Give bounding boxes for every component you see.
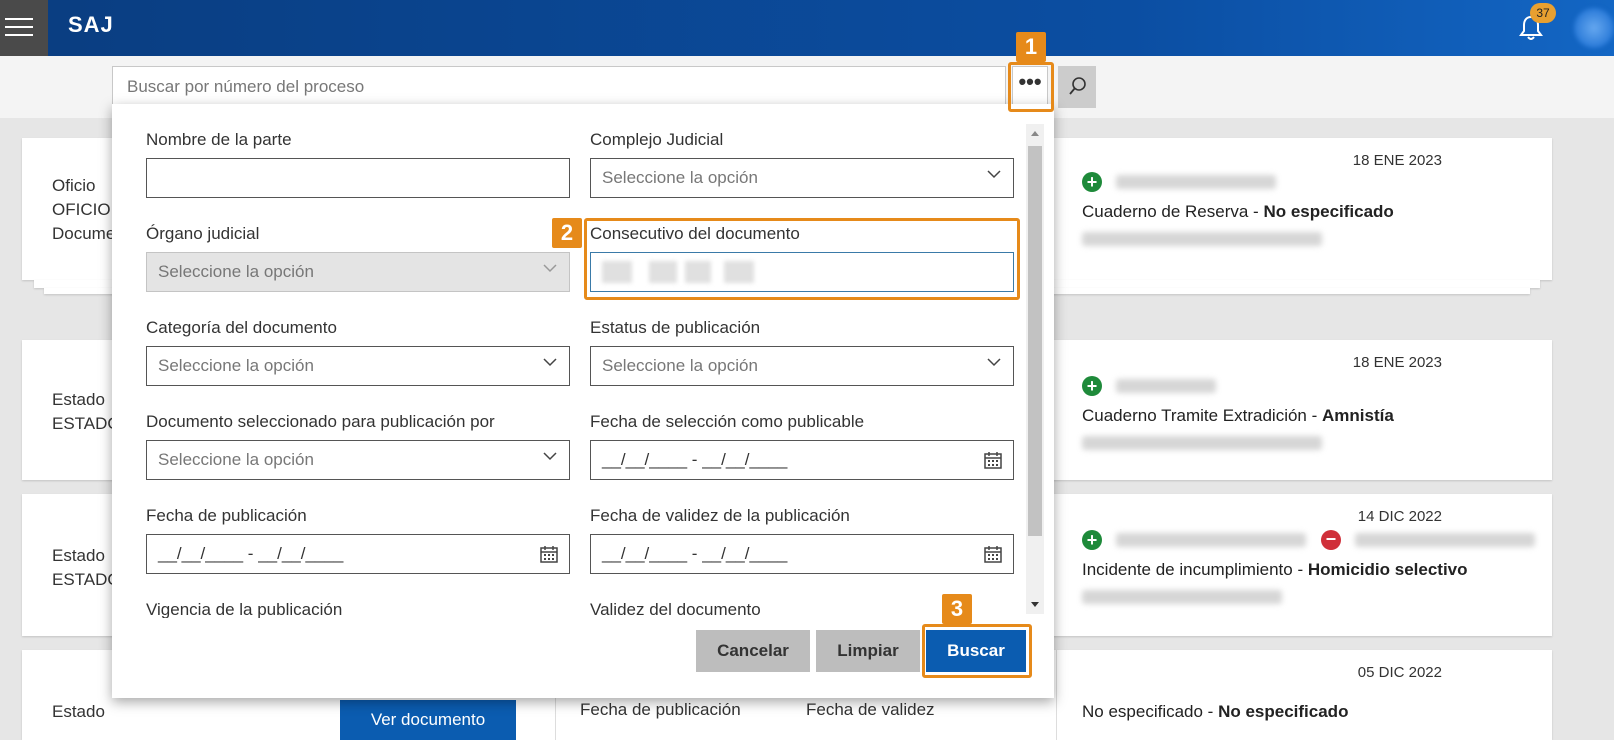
- estatus-label: Estatus de publicación: [590, 318, 761, 337]
- card-line: OFICIO.: [52, 200, 116, 219]
- vigencia-label: Vigencia de la publicación: [146, 600, 343, 618]
- cuaderno-line: No especificado - No especificado: [1082, 702, 1349, 721]
- complejo-value: Seleccione la opción: [602, 168, 758, 187]
- notification-badge: 37: [1530, 3, 1556, 23]
- chevron-down-icon: [543, 264, 557, 273]
- advanced-search-panel: Nombre de la parte Complejo Judicial Sel…: [112, 104, 1054, 698]
- complejo-label: Complejo Judicial: [590, 130, 724, 149]
- panel-scrollbar[interactable]: [1026, 124, 1044, 614]
- complejo-select[interactable]: Seleccione la opción: [590, 158, 1014, 198]
- avatar[interactable]: [1574, 8, 1614, 48]
- cancel-button[interactable]: Cancelar: [696, 630, 810, 672]
- menu-icon[interactable]: [0, 0, 48, 56]
- highlight-consecutivo: [584, 218, 1020, 300]
- fecha-publicacion-label: Fecha de publicación: [146, 506, 307, 525]
- card-line: Estado: [52, 546, 105, 565]
- view-document-button[interactable]: Ver documento: [340, 700, 516, 740]
- nombre-parte-input[interactable]: [146, 158, 570, 198]
- search-input[interactable]: [125, 67, 989, 107]
- card-line: Estado: [52, 702, 105, 721]
- fecha-seleccion-value: __/__/____ - __/__/____: [602, 450, 788, 469]
- calendar-icon[interactable]: [983, 544, 1003, 564]
- cuaderno-line: Cuaderno Tramite Extradición - Amnistía: [1082, 406, 1394, 425]
- fecha-validez-col: Fecha de validez: [806, 700, 935, 719]
- highlight-more-options: [1008, 62, 1054, 112]
- search-icon: [1069, 77, 1086, 95]
- search-button[interactable]: [1058, 66, 1096, 108]
- search-box: [112, 66, 1006, 108]
- card-date: 18 ENE 2023: [1352, 354, 1442, 371]
- card-line: ESTADO: [52, 570, 121, 589]
- card-line: Docume: [52, 224, 116, 243]
- doc-seleccionado-value: Seleccione la opción: [158, 450, 314, 469]
- card-line: Estado: [52, 390, 105, 409]
- fecha-publicacion-input[interactable]: __/__/____ - __/__/____: [146, 534, 570, 574]
- scroll-thumb[interactable]: [1028, 146, 1042, 536]
- top-bar: [0, 0, 1614, 56]
- doc-seleccionado-label: Documento seleccionado para publicación …: [146, 412, 495, 431]
- scroll-down-icon[interactable]: [1026, 596, 1044, 612]
- estatus-value: Seleccione la opción: [602, 356, 758, 375]
- minus-icon: −: [1320, 530, 1341, 550]
- validez-doc-label: Validez del documento: [590, 600, 761, 618]
- categoria-value: Seleccione la opción: [158, 356, 314, 375]
- card-line: Oficio: [52, 176, 96, 195]
- organo-select[interactable]: Seleccione la opción: [146, 252, 570, 292]
- plus-icon: +: [1082, 172, 1102, 192]
- app-brand: SAJ: [68, 12, 114, 37]
- chevron-down-icon: [987, 358, 1001, 367]
- highlight-buscar: [922, 624, 1032, 678]
- plus-icon: +: [1082, 530, 1102, 550]
- calendar-icon[interactable]: [539, 544, 559, 564]
- cuaderno-line: Cuaderno de Reserva - No especificado: [1082, 202, 1394, 221]
- chevron-down-icon: [987, 170, 1001, 179]
- plus-icon: +: [1082, 376, 1102, 396]
- fecha-seleccion-input[interactable]: __/__/____ - __/__/____: [590, 440, 1014, 480]
- doc-seleccionado-select[interactable]: Seleccione la opción: [146, 440, 570, 480]
- chevron-down-icon: [543, 358, 557, 367]
- fecha-validez-value: __/__/____ - __/__/____: [602, 544, 788, 563]
- scroll-up-icon[interactable]: [1026, 126, 1044, 142]
- organo-label: Órgano judicial: [146, 224, 260, 243]
- calendar-icon[interactable]: [983, 450, 1003, 470]
- step-2-badge: 2: [552, 218, 582, 248]
- organo-value: Seleccione la opción: [158, 262, 314, 281]
- nombre-parte-label: Nombre de la parte: [146, 130, 292, 149]
- step-1-badge: 1: [1016, 32, 1046, 62]
- step-3-badge: 3: [942, 594, 972, 624]
- cuaderno-line: Incidente de incumplimiento - Homicidio …: [1082, 560, 1468, 579]
- fecha-validez-label: Fecha de validez de la publicación: [590, 506, 850, 525]
- categoria-label: Categoría del documento: [146, 318, 337, 337]
- card-line: ESTADO: [52, 414, 121, 433]
- fecha-validez-input[interactable]: __/__/____ - __/__/____: [590, 534, 1014, 574]
- estatus-select[interactable]: Seleccione la opción: [590, 346, 1014, 386]
- fecha-seleccion-label: Fecha de selección como publicable: [590, 412, 865, 431]
- fecha-publicacion-col: Fecha de publicación: [580, 700, 741, 719]
- chevron-down-icon: [543, 452, 557, 461]
- card-date: 05 DIC 2022: [1357, 664, 1442, 681]
- categoria-select[interactable]: Seleccione la opción: [146, 346, 570, 386]
- fecha-publicacion-value: __/__/____ - __/__/____: [158, 544, 344, 563]
- clear-button[interactable]: Limpiar: [816, 630, 920, 672]
- card-date: 18 ENE 2023: [1352, 152, 1442, 169]
- card-date: 14 DIC 2022: [1357, 508, 1442, 525]
